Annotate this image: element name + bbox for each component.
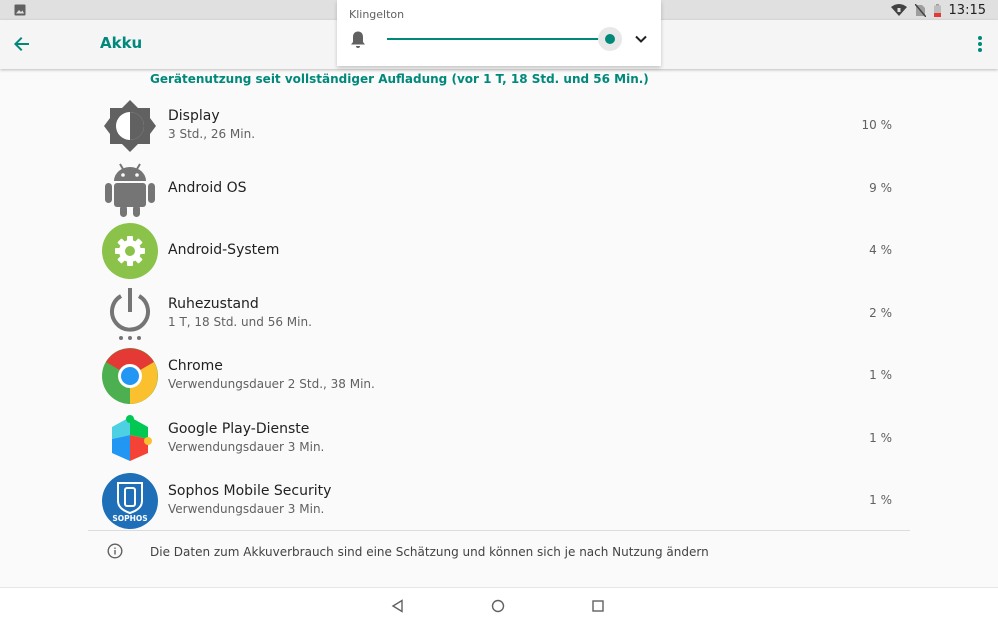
list-item-detail: Verwendungsdauer 2 Std., 38 Min. — [168, 377, 375, 391]
android-icon — [105, 162, 155, 217]
list-item-percent: 10 % — [861, 118, 893, 132]
volume-stream-label: Klingelton — [349, 8, 405, 21]
navigation-bar — [0, 587, 998, 625]
list-item-name: Display — [168, 108, 220, 124]
chrome-icon — [102, 348, 158, 404]
list-item-detail: 1 T, 18 Std. und 56 Min. — [168, 314, 312, 329]
list-item-chrome[interactable]: Chrome Verwendungsdauer 2 Std., 38 Min. … — [0, 344, 998, 407]
battery-low-icon — [933, 3, 941, 17]
brightness-icon — [104, 100, 156, 152]
list-item-name: Ruhezustand — [168, 295, 259, 312]
sophos-logo-text: SOPHOS — [112, 514, 147, 523]
list-item-google-play-dienste[interactable]: Google Play-Dienste Verwendungsdauer 3 M… — [0, 407, 998, 470]
list-item-name: Chrome — [168, 358, 223, 374]
list-item-detail: 3 Std., 26 Min. — [168, 127, 256, 141]
volume-slider-track[interactable] — [387, 38, 611, 40]
nav-recents-icon[interactable] — [592, 600, 604, 612]
list-item-display[interactable]: Display 3 Std., 26 Min. 10 % — [0, 94, 998, 157]
power-standby-icon — [110, 287, 150, 340]
list-item-name: Android OS — [168, 179, 247, 196]
list-item-detail: Verwendungsdauer 3 Min. — [168, 502, 325, 516]
volume-slider-thumb[interactable] — [605, 34, 615, 44]
list-item-percent: 1 % — [869, 430, 892, 445]
volume-panel: Klingelton — [337, 0, 661, 66]
list-item-name: Sophos Mobile Security — [168, 483, 332, 499]
usage-since-full-charge-header: Gerätenutzung seit vollständiger Aufladu… — [150, 72, 649, 86]
list-item-name: Android-System — [168, 242, 280, 258]
list-item-ruhezustand[interactable]: Ruhezustand 1 T, 18 Std. und 56 Min. 2 % — [0, 282, 998, 345]
list-item-percent: 1 % — [869, 368, 892, 382]
nav-back-icon[interactable] — [391, 599, 405, 613]
android-system-gear-icon — [102, 223, 158, 279]
list-item-android-os[interactable]: Android OS 9 % — [0, 157, 998, 220]
no-sim-icon — [914, 3, 926, 17]
google-play-services-icon — [112, 414, 152, 461]
list-divider — [88, 530, 910, 531]
wifi-icon — [890, 3, 907, 16]
list-item-name: Google Play-Dienste — [168, 420, 310, 437]
info-icon — [107, 543, 123, 559]
chevron-down-icon[interactable] — [633, 31, 649, 47]
battery-usage-list: Display 3 Std., 26 Min. 10 % Android OS … — [0, 94, 998, 532]
list-item-percent: 1 % — [869, 493, 892, 507]
sophos-icon: SOPHOS — [102, 473, 158, 529]
battery-estimate-info: Die Daten zum Akkuverbrauch sind eine Sc… — [150, 545, 709, 559]
list-item-android-system[interactable]: Android-System 4 % — [0, 219, 998, 282]
status-clock: 13:15 — [948, 2, 986, 18]
list-item-percent: 2 % — [869, 305, 892, 320]
list-item-percent: 4 % — [869, 243, 892, 257]
bell-icon[interactable] — [349, 30, 367, 50]
list-item-percent: 9 % — [869, 180, 892, 195]
list-item-detail: Verwendungsdauer 3 Min. — [168, 439, 325, 454]
page-title: Akku — [100, 34, 143, 52]
image-icon — [14, 4, 26, 16]
nav-home-icon[interactable] — [491, 599, 505, 613]
list-item-sophos-mobile-security[interactable]: SOPHOS Sophos Mobile Security Verwendung… — [0, 469, 998, 532]
more-vert-icon[interactable] — [972, 32, 988, 56]
arrow-left-icon[interactable] — [10, 32, 34, 56]
